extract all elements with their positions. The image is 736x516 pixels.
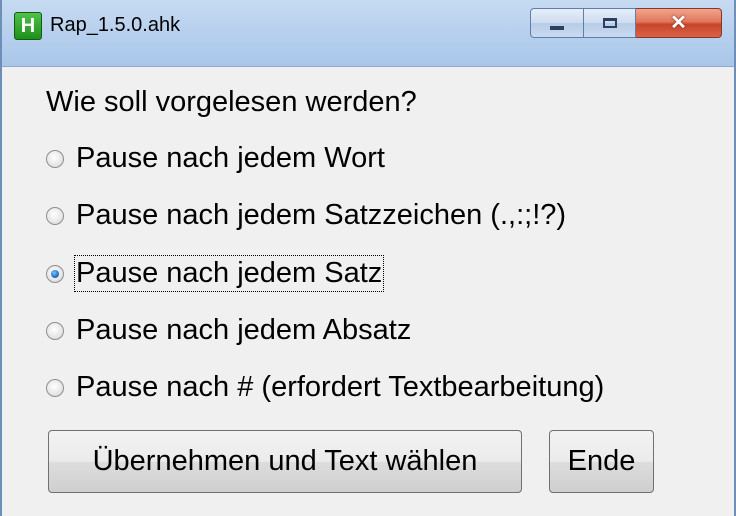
close-icon: ✕ bbox=[670, 12, 687, 34]
radio-button-selected[interactable] bbox=[46, 264, 64, 283]
radio-option-sentence[interactable]: Pause nach jedem Satz bbox=[46, 255, 385, 292]
minimize-button[interactable] bbox=[530, 8, 584, 38]
maximize-button[interactable] bbox=[584, 8, 636, 38]
radio-option-punctuation[interactable]: Pause nach jedem Satzzeichen (.,:;!?) bbox=[46, 199, 566, 232]
option-label: Pause nach jedem Satzzeichen (.,:;!?) bbox=[76, 199, 567, 231]
title-bar[interactable]: H Rap_1.5.0.ahk ✕ bbox=[2, 0, 734, 67]
option-label: Pause nach # (erfordert Textbearbeitung) bbox=[76, 371, 605, 403]
radio-button[interactable] bbox=[46, 321, 64, 340]
radio-option-hash[interactable]: Pause nach # (erfordert Textbearbeitung) bbox=[46, 371, 604, 404]
apply-and-select-text-button[interactable]: Übernehmen und Text wählen bbox=[48, 430, 522, 493]
radio-button[interactable] bbox=[46, 149, 64, 168]
caption-buttons: ✕ bbox=[530, 8, 722, 40]
option-label: Pause nach jedem Absatz bbox=[76, 314, 412, 346]
minimize-icon bbox=[550, 26, 564, 30]
app-icon: H bbox=[14, 12, 42, 40]
end-button[interactable]: Ende bbox=[549, 430, 654, 493]
radio-button[interactable] bbox=[46, 378, 64, 397]
radio-option-paragraph[interactable]: Pause nach jedem Absatz bbox=[46, 314, 411, 347]
dialog-window: H Rap_1.5.0.ahk ✕ Wie soll vorgelesen we… bbox=[0, 0, 736, 516]
close-button[interactable]: ✕ bbox=[636, 8, 722, 38]
prompt-label: Wie soll vorgelesen werden? bbox=[46, 86, 417, 118]
radio-button[interactable] bbox=[46, 206, 64, 225]
radio-option-word[interactable]: Pause nach jedem Wort bbox=[46, 142, 385, 175]
option-label: Pause nach jedem Satz bbox=[73, 255, 385, 292]
option-label: Pause nach jedem Wort bbox=[76, 142, 385, 174]
window-title: Rap_1.5.0.ahk bbox=[50, 14, 181, 36]
maximize-icon bbox=[602, 18, 617, 28]
